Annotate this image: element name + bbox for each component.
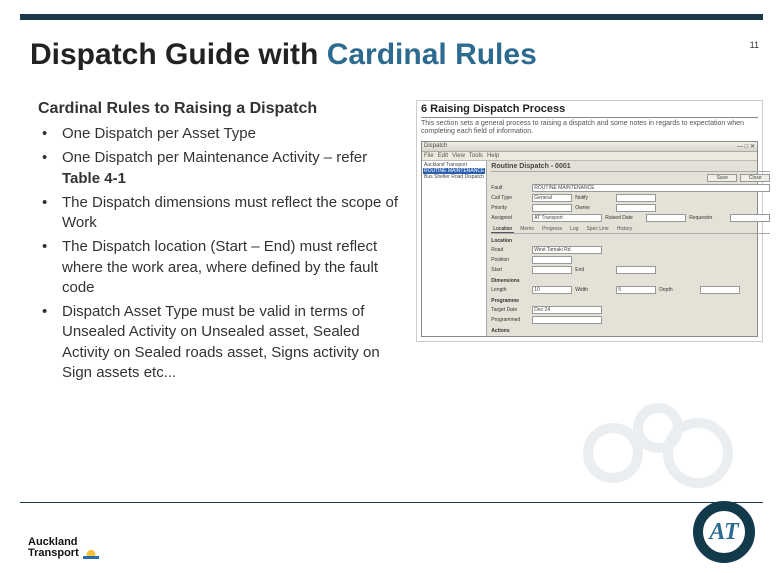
field-length[interactable]: 10 [532,286,572,294]
doc-intro: This section sets a general process to r… [421,120,758,137]
tab-progress[interactable]: Progress [540,226,564,233]
label-owner: Owner [575,205,613,211]
label-end: End [575,267,613,273]
left-column: Cardinal Rules to Raising a Dispatch One… [38,100,398,387]
tab-spec-line[interactable]: Spec Line [584,226,610,233]
label-requestor: Requestor [689,215,727,221]
field-notify[interactable] [616,194,656,202]
label-length: Length [491,287,529,293]
label-notify: Notify [575,195,613,201]
app-tree[interactable]: Auckland Transport ROUTINE MAINTENANCE B… [422,161,487,336]
rules-list: One Dispatch per Asset Type One Dispatch… [38,124,398,383]
field-depth[interactable] [700,286,740,294]
app-body: Auckland Transport ROUTINE MAINTENANCE B… [422,161,757,336]
menu-edit[interactable]: Edit [438,153,448,159]
embedded-document: 6 Raising Dispatch Process This section … [416,100,763,342]
label-fault: Fault [491,185,529,191]
app-titlebar: Dispatch — □ ✕ [422,142,757,152]
logo-text-line2: Transport [28,548,79,559]
save-button[interactable]: Save [707,174,737,182]
field-position[interactable] [532,256,572,264]
field-start[interactable] [532,266,572,274]
page-number: 11 [750,40,759,50]
section-programme: Programme [491,298,770,304]
list-item: Dispatch Asset Type must be valid in ter… [38,302,398,383]
title-plain: Dispatch Guide with [30,38,327,71]
field-raised-date[interactable] [646,214,686,222]
field-call-type[interactable]: General [532,194,572,202]
label-start: Start [491,267,529,273]
label-priority: Priority [491,205,529,211]
section-location: Location [491,238,770,244]
right-column: 6 Raising Dispatch Process This section … [416,100,763,387]
tab-memo[interactable]: Memo [518,226,536,233]
close-button[interactable]: Close [740,174,770,182]
watermark [583,403,743,493]
field-fault[interactable]: ROUTINE MAINTENANCE [532,184,770,192]
field-target-date[interactable]: Dec 24 [532,306,602,314]
field-owner[interactable] [616,204,656,212]
slide-title: Dispatch Guide with Cardinal Rules [30,38,783,72]
rules-subheading: Cardinal Rules to Raising a Dispatch [38,100,398,118]
tab-location[interactable]: Location [491,226,514,233]
label-width: Width [575,287,613,293]
menu-tools[interactable]: Tools [469,153,483,159]
bullet-text: The Dispatch dimensions must reflect the… [62,194,398,231]
menu-file[interactable]: File [424,153,434,159]
app-toolbar: File Edit View Tools Help [422,152,757,161]
label-road: Road [491,247,529,253]
label-call-type: Call Type [491,195,529,201]
field-assigned[interactable]: AT Transport [532,214,602,222]
form-actions: Save Close [491,174,770,182]
label-depth: Depth [659,287,697,293]
window-controls: — □ ✕ [737,143,755,150]
menu-help[interactable]: Help [487,153,499,159]
bullet-text: One Dispatch per Asset Type [62,125,256,142]
app-title: Dispatch [424,143,447,150]
app-form: Routine Dispatch - 0001 Save Close Fault… [487,161,774,336]
top-rule [20,14,763,20]
bullet-text: One Dispatch per Maintenance Activity – … [62,149,367,166]
tree-row[interactable]: Bus Shelter Road Dispatch [423,174,485,180]
content-area: Cardinal Rules to Raising a Dispatch One… [38,100,763,387]
field-programmed[interactable] [532,316,602,324]
tab-history[interactable]: History [615,226,635,233]
field-road[interactable]: West Tamaki Rd [532,246,602,254]
bullet-bold: Table 4-1 [62,170,126,187]
logo-at-text: AT [709,519,738,546]
field-requestor[interactable] [730,214,770,222]
list-item: The Dispatch dimensions must reflect the… [38,193,398,234]
bottom-rule [20,502,763,503]
label-target-date: Target Date [491,307,529,313]
logo-auckland-transport: Auckland Transport [28,537,99,559]
field-width[interactable]: 5 [616,286,656,294]
label-programmed: Programmed [491,317,529,323]
list-item: One Dispatch per Asset Type [38,124,398,144]
title-accent: Cardinal Rules [327,38,537,71]
field-end[interactable] [616,266,656,274]
field-priority[interactable] [532,204,572,212]
logo-sun-icon [83,547,99,559]
form-title: Routine Dispatch - 0001 [491,163,770,172]
tab-log[interactable]: Log [568,226,580,233]
label-assigned: Assigned [491,215,529,221]
logo-at-roundel: AT [693,501,755,563]
section-actions: Actions [491,328,770,334]
list-item: One Dispatch per Maintenance Activity – … [38,148,398,189]
menu-view[interactable]: View [452,153,465,159]
app-window: Dispatch — □ ✕ File Edit View Tools Help… [421,141,758,337]
section-dimensions: Dimensions [491,278,770,284]
tree-row-selected[interactable]: ROUTINE MAINTENANCE [423,168,485,174]
form-tabs: Location Memo Progress Log Spec Line His… [491,226,770,234]
list-item: The Dispatch location (Start – End) must… [38,237,398,298]
doc-heading: 6 Raising Dispatch Process [421,103,758,118]
bullet-text: The Dispatch location (Start – End) must… [62,238,378,296]
label-raised-date: Raised Date [605,215,643,221]
label-position: Position [491,257,529,263]
bullet-text: Dispatch Asset Type must be valid in ter… [62,303,380,381]
